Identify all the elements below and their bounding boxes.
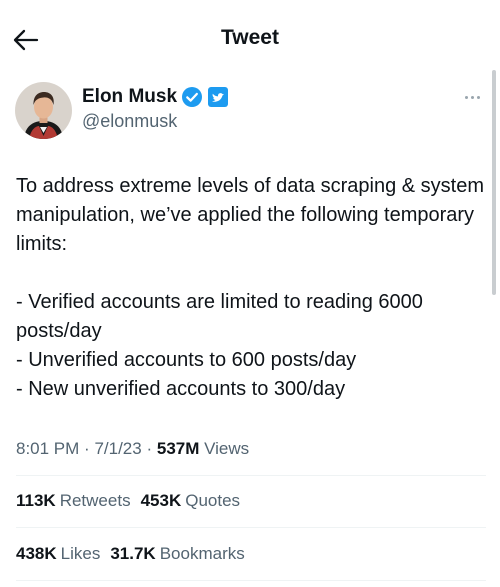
retweets-count: 113K xyxy=(16,491,56,510)
divider xyxy=(16,527,486,528)
meta-separator: · xyxy=(146,439,153,458)
page-title: Tweet xyxy=(221,26,279,49)
likes-count: 438K xyxy=(16,544,57,563)
author-handle[interactable]: @elonmusk xyxy=(82,111,177,132)
quotes-label: Quotes xyxy=(185,491,241,510)
avatar[interactable] xyxy=(15,82,72,139)
quotes-count: 453K xyxy=(140,491,182,510)
author-name[interactable]: Elon Musk xyxy=(82,86,177,108)
views-count: 537M xyxy=(156,439,200,458)
retweets-stat[interactable]: 113K Retweets xyxy=(16,491,131,511)
divider xyxy=(16,475,486,476)
tweet-date[interactable]: 7/1/23 xyxy=(94,439,141,458)
retweets-label: Retweets xyxy=(59,491,131,510)
bookmarks-label: Bookmarks xyxy=(159,544,245,563)
author-row: Elon Musk xyxy=(82,86,229,108)
tweet-text: To address extreme levels of data scrapi… xyxy=(16,175,484,400)
tweet-time[interactable]: 8:01 PM xyxy=(16,439,79,458)
bookmarks-count: 31.7K xyxy=(110,544,156,563)
bookmarks-stat[interactable]: 31.7K Bookmarks xyxy=(110,544,244,564)
divider xyxy=(16,580,486,581)
twitter-bird-icon xyxy=(207,86,229,108)
likes-stat[interactable]: 438K Likes xyxy=(16,544,100,564)
stats-row: 438K Likes 31.7K Bookmarks xyxy=(16,544,245,564)
verified-badge-icon xyxy=(181,86,203,108)
views-label: Views xyxy=(204,439,250,458)
meta-separator: · xyxy=(84,439,90,458)
scrollbar[interactable] xyxy=(492,70,496,295)
more-icon[interactable] xyxy=(460,88,484,106)
quotes-stat[interactable]: 453K Quotes xyxy=(141,491,240,511)
stats-row: 113K Retweets 453K Quotes xyxy=(16,491,240,511)
header: Tweet xyxy=(0,0,500,76)
likes-label: Likes xyxy=(60,544,101,563)
tweet-meta: 8:01 PM · 7/1/23 · 537M Views xyxy=(16,439,249,459)
